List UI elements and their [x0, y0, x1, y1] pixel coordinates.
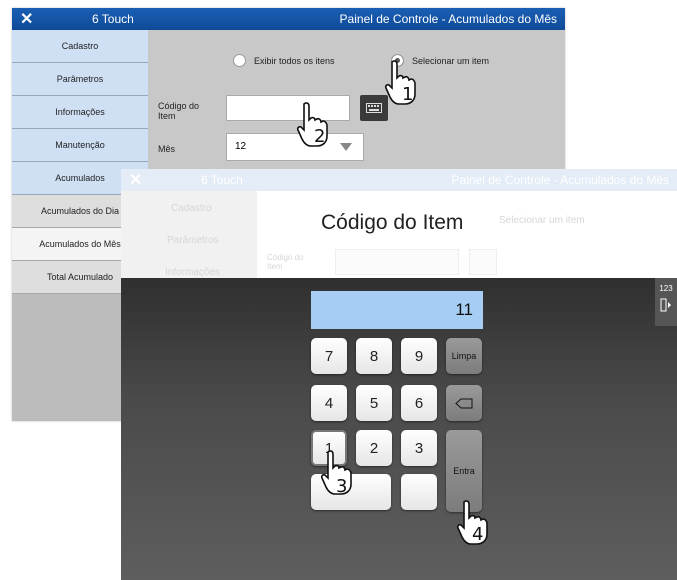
keyboard-icon — [366, 103, 382, 113]
radio-show-all-label: Exibir todos os itens — [254, 55, 335, 66]
faded-title-bar: ✕ 6 Touch Painel de Controle - Acumulado… — [121, 169, 677, 191]
key-3[interactable]: 3 — [401, 430, 437, 466]
exit-icon — [660, 298, 671, 312]
backspace-button[interactable] — [446, 385, 482, 421]
step-4-hand-pointer-icon: 4 — [456, 500, 496, 548]
window-title: Painel de Controle - Acumulados do Mês — [339, 12, 557, 26]
numeric-keypad: 11 7 8 9 Limpa 4 5 6 1 2 3 Entra 123 — [121, 278, 677, 580]
item-code-label: Código do Item — [158, 101, 200, 121]
faded-sidebar-item: Cadastro — [171, 203, 212, 214]
month-value: 12 — [235, 141, 247, 152]
step-number: 4 — [472, 524, 484, 545]
keypad-title: Código do Item — [321, 211, 464, 234]
faded-sidebar: Cadastro Parâmetros Informações — [121, 191, 257, 278]
key-2[interactable]: 2 — [356, 430, 392, 466]
key-7[interactable]: 7 — [311, 338, 347, 374]
faded-background: Cadastro Parâmetros Informações Selecion… — [121, 191, 677, 278]
step-number: 3 — [336, 476, 348, 497]
sidebar-item-cadastro[interactable]: Cadastro — [12, 30, 148, 63]
faded-field — [335, 249, 459, 275]
step-number: 1 — [402, 84, 414, 105]
key-8[interactable]: 8 — [356, 338, 392, 374]
close-icon[interactable]: ✕ — [20, 9, 33, 29]
keypad-window: ✕ 6 Touch Painel de Controle - Acumulado… — [121, 169, 677, 580]
faded-field-label: Código do Item — [267, 253, 304, 271]
keypad-display: 11 — [311, 291, 483, 329]
clear-button[interactable]: Limpa — [446, 338, 482, 374]
backspace-icon — [455, 398, 473, 408]
faded-sidebar-item: Informações — [165, 267, 221, 278]
sidebar-item-parametros[interactable]: Parâmetros — [12, 63, 148, 96]
key-9[interactable]: 9 — [401, 338, 437, 374]
step-number: 2 — [314, 126, 326, 147]
app-name: 6 Touch — [92, 12, 134, 26]
keyboard-mode-label: 123 — [659, 284, 673, 293]
app-name: 6 Touch — [201, 173, 243, 187]
step-1-hand-pointer-icon: 1 — [384, 60, 424, 108]
month-label: Mês — [158, 144, 176, 154]
key-5[interactable]: 5 — [356, 385, 392, 421]
sidebar-item-manutencao[interactable]: Manutenção — [12, 129, 148, 162]
faded-sidebar-item: Parâmetros — [167, 235, 219, 246]
title-bar: ✕ 6 Touch Painel de Controle - Acumulado… — [12, 8, 565, 30]
key-4[interactable]: 4 — [311, 385, 347, 421]
key-decimal[interactable] — [401, 474, 437, 510]
dropdown-caret-icon[interactable] — [340, 143, 352, 151]
keyboard-mode-tab[interactable]: 123 — [655, 278, 677, 326]
step-2-hand-pointer-icon: 2 — [296, 102, 336, 150]
step-3-hand-pointer-icon: 3 — [320, 450, 360, 498]
close-icon[interactable]: ✕ — [129, 170, 142, 190]
key-6[interactable]: 6 — [401, 385, 437, 421]
radio-circle — [233, 54, 246, 67]
sidebar-item-informacoes[interactable]: Informações — [12, 96, 148, 129]
window-title: Painel de Controle - Acumulados do Mês — [451, 173, 669, 187]
radio-show-all[interactable]: Exibir todos os itens — [233, 54, 335, 67]
faded-radio-label: Selecionar um item — [499, 215, 585, 226]
faded-keyboard-button — [469, 249, 497, 275]
